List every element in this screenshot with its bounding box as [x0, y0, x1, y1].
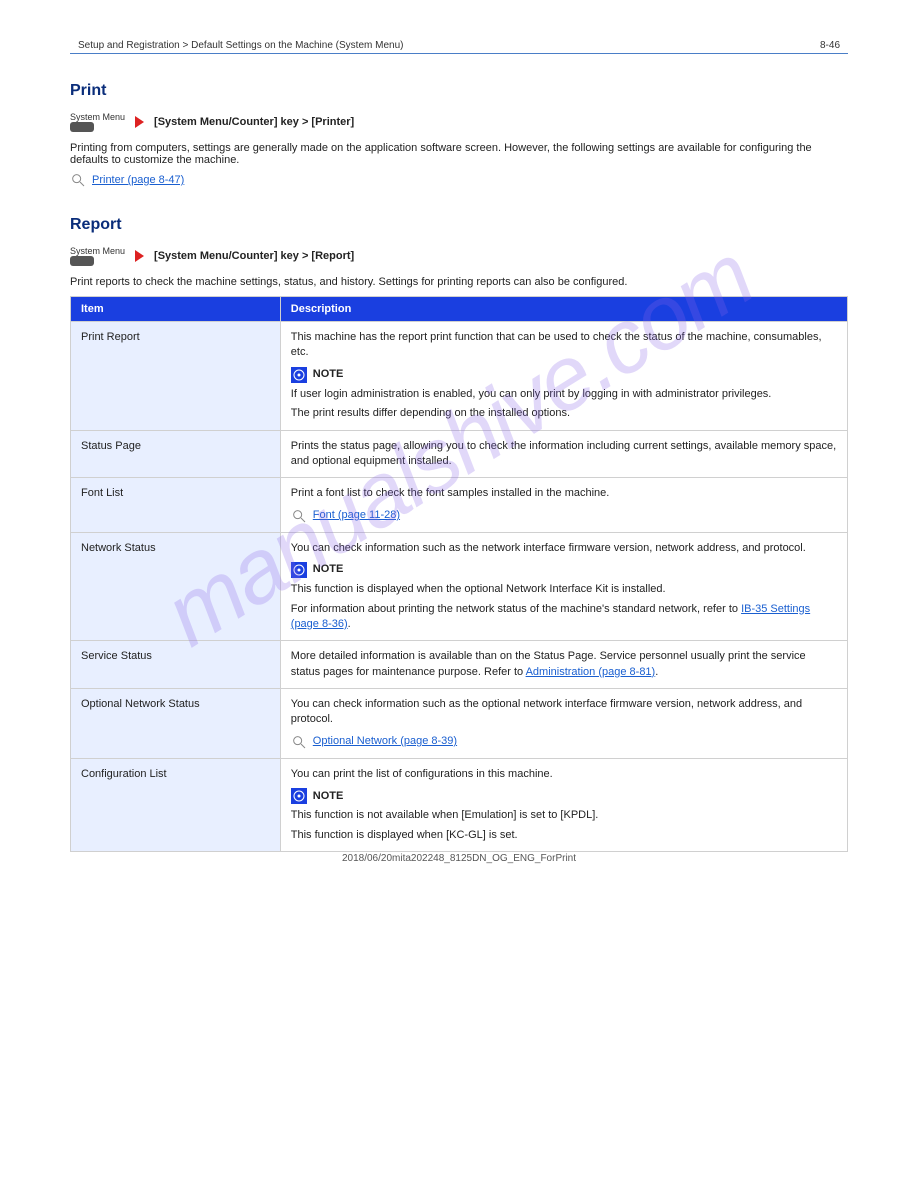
- cell-item: Network Status: [71, 532, 281, 641]
- cell-item: Status Page: [71, 430, 281, 478]
- cell-desc: More detailed information is available t…: [280, 641, 847, 689]
- footer-text: 2018/06/20mita202248_8125DN_OG_ENG_ForPr…: [342, 853, 576, 864]
- cell-desc: You can check information such as the ne…: [280, 532, 847, 641]
- nav-path-report: System Menu [System Menu/Counter] key > …: [70, 246, 848, 266]
- cell-desc: You can check information such as the op…: [280, 689, 847, 759]
- row-body: This machine has the report print functi…: [291, 330, 837, 361]
- header-divider: [70, 53, 848, 54]
- chevron-right-icon: [135, 116, 144, 128]
- row-body: Print a font list to check the font samp…: [291, 486, 837, 501]
- table-row: Network Status You can check information…: [71, 532, 848, 641]
- cell-desc: Prints the status page, allowing you to …: [280, 430, 847, 478]
- table-header-desc: Description: [280, 297, 847, 322]
- nav-label-system-menu: System Menu: [70, 246, 125, 256]
- note-prefix: NOTE: [313, 367, 344, 382]
- table-header-item: Item: [71, 297, 281, 322]
- print-ref-link[interactable]: Printer (page 8-47): [92, 174, 184, 186]
- magnify-icon: [291, 734, 307, 750]
- note-icon: [291, 367, 307, 383]
- section-title-print: Print: [70, 82, 848, 100]
- cell-desc: You can print the list of configurations…: [280, 758, 847, 851]
- row-body: You can check information such as the op…: [291, 697, 837, 728]
- section-title-report: Report: [70, 216, 848, 234]
- cell-item: Font List: [71, 478, 281, 532]
- nav-path-text: [System Menu/Counter] key > [Printer]: [154, 116, 354, 128]
- note-icon: [291, 562, 307, 578]
- font-ref-link[interactable]: Font (page 11-28): [313, 508, 400, 523]
- row-body: You can check information such as the ne…: [291, 541, 837, 556]
- cell-desc: Print a font list to check the font samp…: [280, 478, 847, 532]
- system-menu-key-icon: [70, 122, 94, 132]
- note-icon: [291, 788, 307, 804]
- system-menu-key-icon: [70, 256, 94, 266]
- breadcrumb: Setup and Registration > Default Setting…: [78, 40, 403, 51]
- magnify-icon: [291, 508, 307, 524]
- cell-item: Configuration List: [71, 758, 281, 851]
- row-body-after: .: [655, 666, 658, 678]
- print-description: Printing from computers, settings are ge…: [70, 142, 848, 166]
- table-row: Configuration List You can print the lis…: [71, 758, 848, 851]
- admin-link[interactable]: Administration (page 8-81): [526, 666, 656, 678]
- table-row: Print Report This machine has the report…: [71, 322, 848, 431]
- note-text: If user login administration is enabled,…: [291, 387, 837, 402]
- note-prefix: NOTE: [313, 562, 344, 577]
- chevron-right-icon: [135, 250, 144, 262]
- note-text: This function is not available when [Emu…: [291, 808, 837, 823]
- note-text-b: .: [348, 618, 351, 630]
- nav-path-print: System Menu [System Menu/Counter] key > …: [70, 112, 848, 132]
- optional-network-link[interactable]: Optional Network (page 8-39): [313, 734, 457, 749]
- note-text: For information about printing the netwo…: [291, 602, 837, 633]
- magnify-icon: [70, 172, 86, 188]
- note-text-a: For information about printing the netwo…: [291, 603, 741, 615]
- report-description: Print reports to check the machine setti…: [70, 276, 848, 288]
- note-prefix: NOTE: [313, 789, 344, 804]
- cell-item: Print Report: [71, 322, 281, 431]
- cell-desc: This machine has the report print functi…: [280, 322, 847, 431]
- nav-path-text: [System Menu/Counter] key > [Report]: [154, 250, 354, 262]
- note-text: The print results differ depending on th…: [291, 406, 837, 421]
- table-row: Service Status More detailed information…: [71, 641, 848, 689]
- footer: 2018/06/20mita202248_8125DN_OG_ENG_ForPr…: [0, 853, 918, 864]
- cell-item: Service Status: [71, 641, 281, 689]
- cell-item: Optional Network Status: [71, 689, 281, 759]
- table-row: Status Page Prints the status page, allo…: [71, 430, 848, 478]
- page-number: 8-46: [820, 40, 840, 51]
- table-row: Optional Network Status You can check in…: [71, 689, 848, 759]
- note-text: This function is displayed when the opti…: [291, 582, 837, 597]
- row-body: You can print the list of configurations…: [291, 767, 837, 782]
- nav-label-system-menu: System Menu: [70, 112, 125, 122]
- note-text: This function is displayed when [KC-GL] …: [291, 828, 837, 843]
- row-body: Prints the status page, allowing you to …: [291, 439, 837, 470]
- settings-table: Item Description Print Report This machi…: [70, 296, 848, 852]
- table-row: Font List Print a font list to check the…: [71, 478, 848, 532]
